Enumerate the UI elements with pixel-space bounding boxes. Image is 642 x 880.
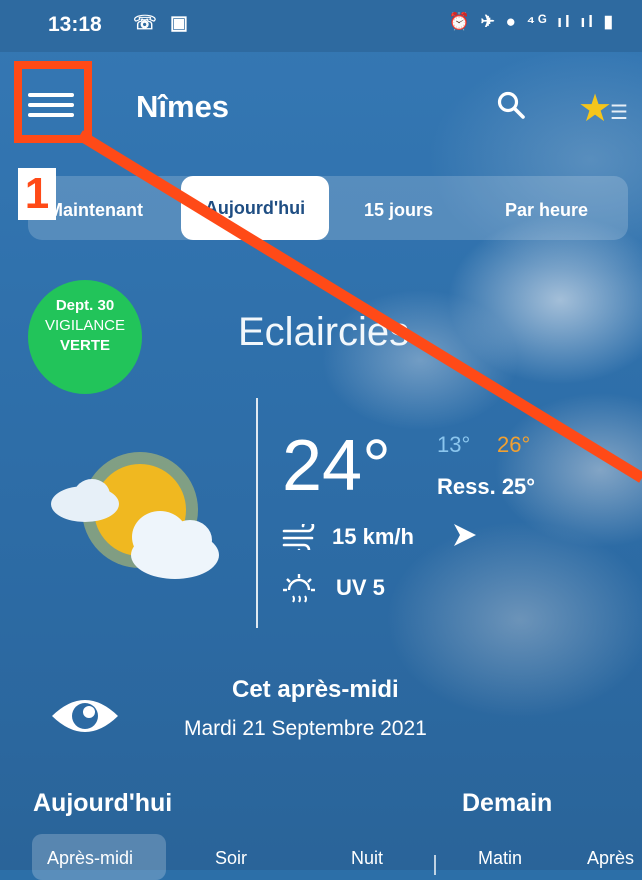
sun-cloud-icon [51, 452, 219, 579]
search-icon[interactable] [496, 90, 526, 120]
weather-condition: Eclaircies [238, 310, 410, 354]
menu-highlight-box [14, 61, 92, 143]
period-date: Mardi 21 Septembre 2021 [184, 717, 427, 740]
current-temperature: 24° [282, 426, 391, 506]
city-title: Nîmes [136, 89, 230, 124]
period-title: Cet après-midi [232, 676, 399, 703]
system-icons: ⏰ ✈ ● ⁴ᴳ ıl ıl ▮ [448, 12, 616, 31]
status-bar: 13:18 ☏ ▣ ⏰ ✈ ● ⁴ᴳ ıl ıl ▮ [0, 0, 642, 52]
max-temperature: 26° [497, 432, 531, 457]
slot-matin[interactable]: Matin [478, 848, 522, 869]
wind-speed: 15 km/h [332, 524, 414, 549]
today-heading: Aujourd'hui [33, 789, 173, 817]
vigilance-level: VERTE [59, 337, 110, 354]
eye-icon [52, 700, 118, 732]
slot-nuit[interactable]: Nuit [351, 848, 383, 869]
step-number-label: 1 [18, 168, 56, 220]
tab-15-jours[interactable]: 15 jours [364, 200, 433, 221]
feels-like-temperature: Ress. 25° [437, 474, 536, 499]
min-temperature: 13° [437, 432, 471, 457]
favorites-star-icon[interactable]: ★ [578, 86, 612, 131]
vigilance-badge[interactable]: Dept. 30 VIGILANCE VERTE [28, 280, 142, 394]
tab-aujourdhui[interactable]: Aujourd'hui [181, 176, 329, 240]
vigilance-dept: Dept. 30 [55, 297, 115, 314]
tomorrow-heading: Demain [462, 789, 553, 817]
slot-apres[interactable]: Après [587, 848, 634, 869]
day-separator [434, 855, 436, 875]
favorites-list-icon: ☰ [610, 102, 628, 124]
vertical-divider [256, 398, 258, 628]
tab-par-heure[interactable]: Par heure [505, 200, 588, 221]
tab-maintenant[interactable]: Maintenant [48, 200, 143, 221]
slot-soir[interactable]: Soir [215, 848, 247, 869]
slot-apres-midi[interactable]: Après-midi [47, 848, 133, 869]
wind-direction-icon [454, 524, 476, 546]
vigilance-label: VIGILANCE [44, 317, 126, 334]
wind-icon [282, 524, 315, 550]
uv-index: UV 5 [336, 575, 385, 600]
notification-icons: ☏ ▣ [133, 13, 192, 34]
status-time: 13:18 [48, 13, 102, 36]
uv-sun-icon [283, 574, 315, 603]
